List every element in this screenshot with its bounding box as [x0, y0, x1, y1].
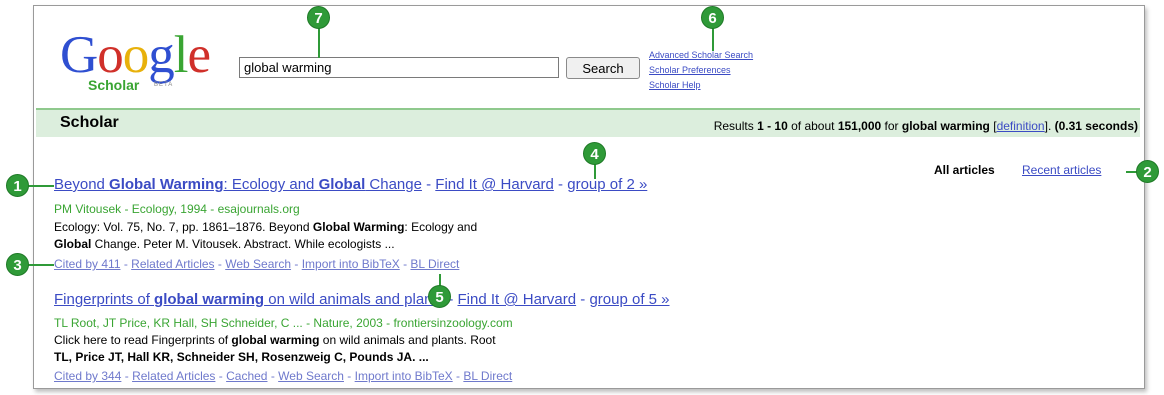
- snippet-bold: Global: [54, 237, 92, 251]
- scholar-preferences-link[interactable]: Scholar Preferences: [649, 65, 731, 75]
- related-articles-link[interactable]: Related Articles: [131, 257, 214, 271]
- logo-letter: e: [187, 26, 212, 84]
- web-search-link[interactable]: Web Search: [278, 369, 344, 383]
- result-1-title-line: Beyond Global Warming: Ecology and Globa…: [54, 176, 647, 193]
- title-text: Change: [365, 176, 422, 193]
- result-1-title-link[interactable]: Beyond Global Warming: Ecology and Globa…: [54, 176, 422, 193]
- results-summary: Results 1 - 10 of about 151,000 for glob…: [714, 119, 1138, 133]
- results-for: for: [881, 119, 902, 133]
- separator: -: [215, 369, 227, 383]
- result-2-title-link[interactable]: Fingerprints of global warming on wild a…: [54, 291, 444, 308]
- separator: -: [291, 257, 302, 271]
- advanced-scholar-search-link[interactable]: Advanced Scholar Search: [649, 50, 753, 60]
- snippet-bold: TL, Price JT, Hall KR, Schneider SH, Ros…: [54, 350, 429, 364]
- result-1-links: Cited by 411 - Related Articles - Web Se…: [54, 257, 459, 271]
- callout-badge-5: 5: [428, 285, 451, 308]
- section-title: Scholar: [60, 114, 119, 131]
- google-scholar-logo[interactable]: Google Scholar BETA: [60, 25, 220, 97]
- title-bold: Global: [318, 176, 366, 193]
- separator: -: [399, 257, 411, 271]
- related-articles-link[interactable]: Related Articles: [132, 369, 215, 383]
- separator: -: [452, 369, 464, 383]
- separator: -: [553, 176, 568, 193]
- results-time: (0.31 seconds): [1054, 119, 1138, 133]
- snippet-text: : Ecology and: [404, 220, 478, 234]
- bl-direct-link[interactable]: BL Direct: [463, 369, 512, 383]
- result-2-snippet-line-1: Click here to read Fingerprints of globa…: [54, 333, 496, 347]
- callout-badge-3: 3: [6, 253, 29, 276]
- definition-link[interactable]: definition: [997, 119, 1045, 133]
- separator: -: [120, 257, 132, 271]
- separator: -: [576, 291, 590, 308]
- results-query: global warming: [901, 119, 990, 133]
- callout-7-line: [318, 24, 320, 58]
- callout-badge-1: 1: [6, 174, 29, 197]
- import-bibtex-link[interactable]: Import into BibTeX: [302, 257, 400, 271]
- logo-subtitle: Scholar: [88, 77, 140, 93]
- results-count: 151,000: [837, 119, 882, 133]
- logo-letter: o: [97, 26, 123, 84]
- title-text: Beyond: [54, 176, 110, 193]
- result-2-meta: TL Root, JT Price, KR Hall, SH Schneider…: [54, 316, 513, 330]
- separator: -: [214, 257, 226, 271]
- result-2-title-line: Fingerprints of global warming on wild a…: [54, 291, 670, 308]
- recent-articles-link[interactable]: Recent articles: [1022, 163, 1101, 177]
- callout-badge-2: 2: [1136, 160, 1159, 183]
- title-text: : Ecology and: [223, 176, 319, 193]
- snippet-text: Change. Peter M. Vitousek. Abstract. Whi…: [91, 237, 395, 251]
- logo-wordmark: Google: [60, 25, 212, 85]
- bl-direct-link[interactable]: BL Direct: [410, 257, 459, 271]
- separator: -: [343, 369, 355, 383]
- separator: -: [421, 176, 436, 193]
- bracket-open: [: [989, 119, 997, 133]
- result-1-snippet-line-2: Global Change. Peter M. Vitousek. Abstra…: [54, 237, 395, 251]
- title-text: Fingerprints of: [54, 291, 155, 308]
- logo-letter: G: [60, 26, 98, 84]
- separator: -: [267, 369, 279, 383]
- cached-link[interactable]: Cached: [226, 369, 267, 383]
- cited-by-link[interactable]: Cited by 344: [54, 369, 121, 383]
- results-range: 1 - 10: [757, 119, 788, 133]
- title-bold: global warming: [154, 291, 265, 308]
- logo-letter: l: [173, 26, 189, 84]
- separator: -: [121, 369, 133, 383]
- group-link[interactable]: group of 5 »: [589, 291, 669, 308]
- results-middle: of about: [787, 119, 838, 133]
- search-button[interactable]: Search: [566, 57, 640, 79]
- result-1-snippet-line-1: Ecology: Vol. 75, No. 7, pp. 1861–1876. …: [54, 220, 477, 234]
- logo-letter: o: [122, 26, 149, 84]
- title-text: on wild animals and plants: [264, 291, 445, 308]
- scholar-help-link[interactable]: Scholar Help: [649, 80, 701, 90]
- search-input[interactable]: [239, 57, 559, 78]
- snippet-text: on wild animals and plants. Root: [319, 333, 496, 347]
- find-it-harvard-link[interactable]: Find It @ Harvard: [458, 291, 577, 308]
- bracket-close: ].: [1044, 119, 1055, 133]
- results-prefix: Results: [713, 119, 758, 133]
- result-1-meta: PM Vitousek - Ecology, 1994 - esajournal…: [54, 202, 300, 216]
- import-bibtex-link[interactable]: Import into BibTeX: [355, 369, 453, 383]
- snippet-text: Click here to read Fingerprints of: [54, 333, 232, 347]
- snippet-text: Ecology: Vol. 75, No. 7, pp. 1861–1876. …: [54, 220, 313, 234]
- result-2-snippet-line-2: TL, Price JT, Hall KR, Schneider SH, Ros…: [54, 350, 429, 364]
- logo-letter: g: [148, 26, 174, 84]
- cited-by-link[interactable]: Cited by 411: [54, 257, 121, 271]
- title-bold: Global Warming: [109, 176, 224, 193]
- snippet-bold: Global Warming: [312, 220, 405, 234]
- callout-badge-4: 4: [583, 142, 606, 165]
- web-search-link[interactable]: Web Search: [225, 257, 291, 271]
- result-2-links: Cited by 344 - Related Articles - Cached…: [54, 369, 512, 383]
- callout-badge-7: 7: [307, 6, 330, 29]
- all-articles-filter: All articles: [934, 163, 995, 177]
- callout-badge-6: 6: [701, 6, 724, 29]
- snippet-bold: global warming: [231, 333, 320, 347]
- group-link[interactable]: group of 2 »: [567, 176, 647, 193]
- find-it-harvard-link[interactable]: Find It @ Harvard: [435, 176, 554, 193]
- logo-beta: BETA: [154, 82, 174, 88]
